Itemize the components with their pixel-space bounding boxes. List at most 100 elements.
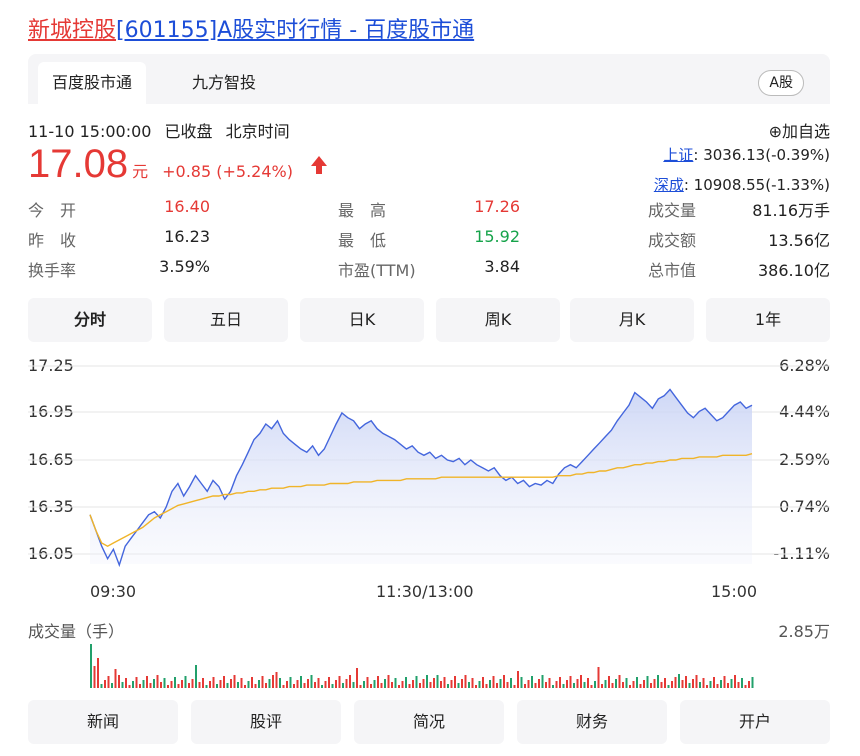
index-sh-value: : 3036.13(-0.39%) [693,146,830,164]
period-tab-1year[interactable]: 1年 [706,298,830,342]
stat-label-prev-close: 昨 收 [28,231,77,250]
volume-bar [629,685,631,688]
volume-bar [90,644,92,688]
volume-bar [160,682,162,688]
market-state: 已收盘 [164,122,213,141]
volume-bar [408,684,411,688]
volume-bar [265,683,267,688]
period-tab-daily[interactable]: 日K [300,298,424,342]
volume-bar [328,677,330,688]
volume-bar [583,682,586,688]
timezone-label: 北京时间 [225,122,290,141]
title-rest-link[interactable]: [601155]A股实时行情 - 百度股市通 [116,18,474,43]
volume-bar [275,672,278,688]
volume-bar [125,678,127,688]
volume-bar [457,683,460,688]
volume-bar [170,681,173,688]
volume-bar [282,685,285,688]
volume-bar [636,677,638,688]
period-tab-monthly[interactable]: 月K [570,298,694,342]
volume-bar [594,681,596,688]
stat-value-high: 17.26 [474,197,520,216]
nav-finance[interactable]: 财务 [517,700,667,744]
period-tab-weekly[interactable]: 周K [436,298,560,342]
volume-bar [510,678,512,688]
volume-bar [384,679,386,688]
volume-bar [597,667,600,688]
volume-bar [139,684,141,688]
volume-bar [573,683,575,688]
volume-bar [426,675,428,688]
volume-bar [618,675,621,688]
stock-name-link[interactable]: 新城控股 [28,18,116,43]
volume-bar [268,679,271,688]
volume-bar [559,677,561,688]
volume-bar [524,684,526,688]
nav-profile[interactable]: 简况 [354,700,504,744]
volume-bar [429,682,432,688]
volume-bar [254,684,257,688]
volume-bar [338,676,341,688]
volume-bar [317,678,320,688]
volume-bar [709,681,712,688]
volume-bar [181,680,183,688]
volume-bar [622,682,624,688]
volume-bar [111,683,113,688]
volume-bar [730,679,733,688]
volume-bar [240,678,243,688]
volume-bar [503,675,505,688]
volume-bar [653,679,656,688]
volume-bar [667,685,670,688]
volume-bar [625,678,628,688]
intraday-chart[interactable] [0,344,860,584]
volume-bar [226,683,229,688]
volume-bar [209,681,211,688]
volume-bar [293,684,295,688]
volume-bar [706,685,708,688]
add-watchlist-button[interactable]: ⊕加自选 [769,118,830,142]
up-arrow-icon [310,155,328,179]
volume-bar [548,678,551,688]
volume-bar [377,676,379,688]
volume-bar [307,679,309,688]
period-tab-5day[interactable]: 五日 [164,298,288,342]
volume-bar [359,685,362,688]
tab-jiufang[interactable]: 九方智投 [178,62,270,104]
volume-bar [660,682,663,688]
market-badge[interactable]: A股 [758,70,804,96]
volume-bar [153,679,155,688]
tab-baidu[interactable]: 百度股市通 [38,62,147,104]
nav-open-account[interactable]: 开户 [680,700,830,744]
stat-value-open: 16.40 [164,197,210,216]
nav-news[interactable]: 新闻 [28,700,178,744]
nav-comments[interactable]: 股评 [191,700,341,744]
volume-bar [272,675,274,688]
volume-bar [727,683,729,688]
volume-bar [720,680,722,688]
price-change: +0.85 (+5.24%) [162,162,293,181]
stat-value-prev-close: 16.23 [164,227,210,246]
volume-bar [643,680,645,688]
stat-label-turnover-rate: 换手率 [28,261,77,280]
volume-bar [349,675,351,688]
volume-bar [741,678,743,688]
stat-value-low: 15.92 [474,227,520,246]
volume-chart [90,644,754,688]
index-sh-name[interactable]: 上证 [663,146,693,164]
volume-bar [205,685,208,688]
stat-label-pe: 市盈(TTM) [338,261,416,280]
volume-bar [590,685,593,688]
index-sz-name[interactable]: 深成 [654,176,684,194]
volume-bar [604,680,607,688]
volume-bar [566,680,568,688]
volume-bar [639,684,642,688]
price-unit: 元 [132,162,149,181]
stat-value-volume: 81.16万手 [752,201,830,220]
price-block: 17.08 元 +0.85 (+5.24%) [28,142,328,187]
volume-bar [156,675,159,688]
volume-bar [300,676,302,688]
volume-bar [342,683,344,688]
volume-bar [506,682,509,688]
period-tab-intraday[interactable]: 分时 [28,298,152,342]
volume-bar [132,681,134,688]
